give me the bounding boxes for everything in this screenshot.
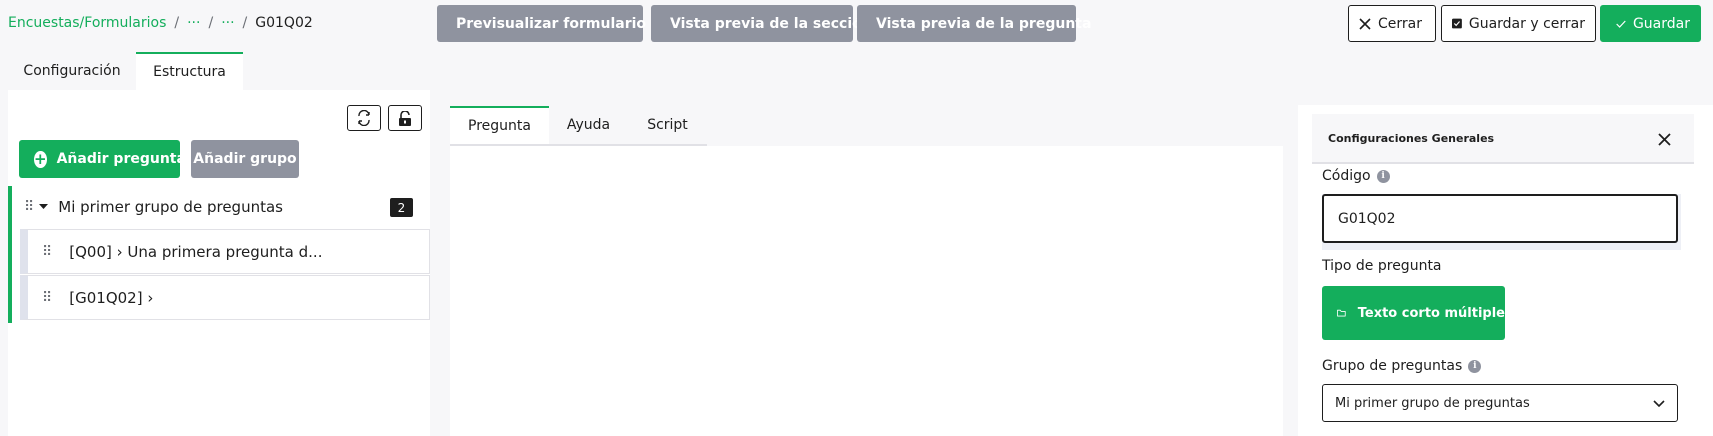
question-item-label: [Q00] › Una primera pregunta d... xyxy=(69,242,323,261)
add-group-label: Añadir grupo xyxy=(193,151,297,167)
preview-form-button[interactable]: Previsualizar formulario xyxy=(437,5,647,42)
drag-handle-icon[interactable]: ⠿ xyxy=(42,291,52,305)
close-icon xyxy=(1657,132,1671,146)
add-group-button[interactable]: Añadir grupo xyxy=(191,140,299,178)
close-icon xyxy=(1359,17,1371,30)
question-type-button[interactable]: Texto corto múltiple xyxy=(1322,286,1505,340)
add-question-button[interactable]: + Añadir pregunta xyxy=(19,140,186,178)
close-button[interactable]: Cerrar xyxy=(1348,5,1436,42)
checkbox-checked-icon xyxy=(1452,18,1462,29)
chevron-down-icon xyxy=(1653,399,1665,407)
tab-configuration[interactable]: Configuración xyxy=(8,52,136,90)
info-icon[interactable]: i xyxy=(1468,359,1482,373)
unlock-icon xyxy=(399,110,411,126)
breadcrumb-ellipsis-link[interactable]: ··· xyxy=(221,15,234,31)
plus-circle-icon: + xyxy=(34,149,47,168)
breadcrumb-surveys-link[interactable]: Encuestas/Formularios xyxy=(8,15,166,31)
tab-configuration-label: Configuración xyxy=(23,63,121,79)
save-button-label: Guardar xyxy=(1632,15,1690,32)
close-button-label: Cerrar xyxy=(1378,15,1422,32)
check-icon xyxy=(1616,20,1626,28)
breadcrumb-separator: / xyxy=(174,15,180,31)
save-button[interactable]: Guardar xyxy=(1600,5,1701,42)
group-title: Mi primer grupo de preguntas xyxy=(58,198,283,216)
code-label-text: Código xyxy=(1322,168,1371,184)
close-settings-button[interactable] xyxy=(1651,126,1677,152)
tab-help-label: Ayuda xyxy=(566,117,611,133)
code-input[interactable] xyxy=(1322,194,1678,243)
reorder-button[interactable] xyxy=(347,105,381,131)
preview-question-button[interactable]: Vista previa de la pregunta xyxy=(857,5,1091,42)
drag-handle-icon[interactable]: ⠿ xyxy=(42,245,52,259)
preview-section-label: Vista previa de la sección xyxy=(670,15,872,32)
settings-title: Configuraciones Generales xyxy=(1328,131,1495,145)
save-and-close-button[interactable]: Guardar y cerrar xyxy=(1441,5,1596,42)
breadcrumb-separator: / xyxy=(242,15,248,31)
caret-down-icon[interactable] xyxy=(39,204,49,210)
breadcrumb: Encuestas/Formularios / ··· / ··· / G01Q… xyxy=(8,13,313,33)
question-group-value: Mi primer grupo de preguntas xyxy=(1335,395,1530,411)
code-field-label: Código i xyxy=(1322,168,1390,184)
tab-structure[interactable]: Estructura xyxy=(136,52,243,90)
question-type-label-text: Tipo de pregunta xyxy=(1322,258,1442,274)
info-icon[interactable]: i xyxy=(1376,169,1390,183)
question-item[interactable]: ⠿ [Q00] › Una primera pregunta d... xyxy=(20,229,430,274)
reorder-icon xyxy=(358,110,370,126)
tab-question[interactable]: Pregunta xyxy=(450,106,549,146)
question-group-label-text: Grupo de preguntas xyxy=(1322,358,1463,374)
tab-question-label: Pregunta xyxy=(468,118,531,134)
folder-icon xyxy=(1337,309,1346,317)
question-group-label: Grupo de preguntas i xyxy=(1322,358,1482,374)
breadcrumb-current: G01Q02 xyxy=(255,15,313,31)
question-group-row[interactable]: ⠿ Mi primer grupo de preguntas xyxy=(12,186,430,228)
tab-script-label: Script xyxy=(647,117,688,133)
settings-header: Configuraciones Generales xyxy=(1312,114,1694,164)
question-type-label: Tipo de pregunta xyxy=(1322,258,1442,274)
add-question-label: Añadir pregunta xyxy=(56,151,186,167)
question-count-badge: 2 xyxy=(390,198,413,217)
tab-help[interactable]: Ayuda xyxy=(549,106,628,146)
question-group-select[interactable]: Mi primer grupo de preguntas xyxy=(1322,384,1678,422)
tab-structure-label: Estructura xyxy=(153,64,226,80)
preview-section-button[interactable]: Vista previa de la sección xyxy=(651,5,872,42)
unlock-button[interactable] xyxy=(388,105,422,131)
breadcrumb-ellipsis-link[interactable]: ··· xyxy=(187,15,200,31)
question-item[interactable]: ⠿ [G01Q02] › xyxy=(20,275,430,320)
preview-question-label: Vista previa de la pregunta xyxy=(876,15,1092,32)
question-type-value: Texto corto múltiple xyxy=(1357,305,1505,321)
tab-script[interactable]: Script xyxy=(628,106,707,146)
preview-form-label: Previsualizar formulario xyxy=(456,15,647,32)
question-editor-area[interactable] xyxy=(450,146,1283,436)
save-and-close-label: Guardar y cerrar xyxy=(1468,15,1585,32)
question-item-label: [G01Q02] › xyxy=(69,288,154,307)
drag-handle-icon[interactable]: ⠿ xyxy=(24,200,34,214)
breadcrumb-separator: / xyxy=(208,15,214,31)
